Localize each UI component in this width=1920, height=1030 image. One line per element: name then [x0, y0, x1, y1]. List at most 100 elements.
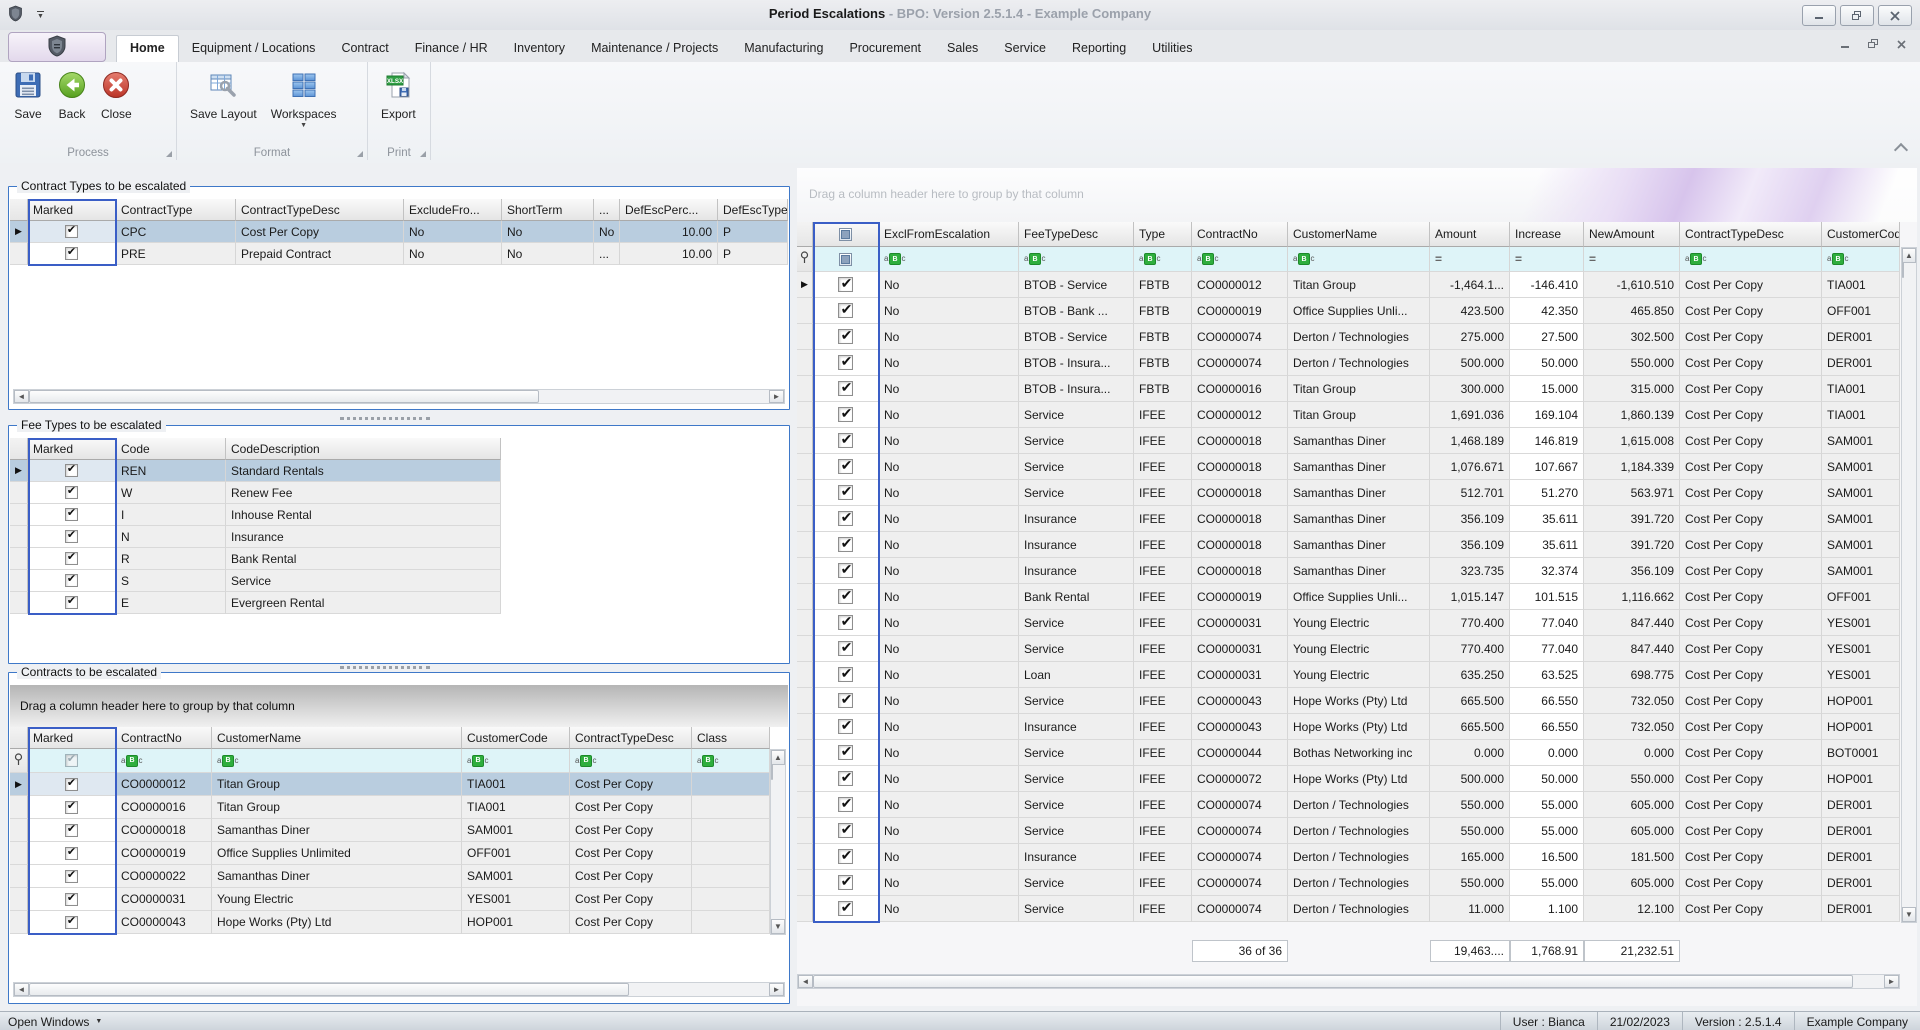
select-all-checkbox[interactable]: [839, 252, 852, 266]
save-layout-button[interactable]: Save Layout: [183, 67, 264, 132]
marked-cell[interactable]: ✔: [813, 636, 879, 662]
table-row[interactable]: ✔ No Service IFEE CO0000018 Samanthas Diner 51…: [797, 480, 1900, 506]
checkbox[interactable]: ✔: [838, 744, 853, 760]
tab-contract[interactable]: Contract: [328, 36, 401, 62]
marked-cell[interactable]: ✔: [28, 796, 116, 819]
table-row[interactable]: ✔ E Evergreen Rental: [10, 592, 501, 614]
tab-finance-hr[interactable]: Finance / HR: [402, 36, 501, 62]
table-row[interactable]: ✔ No Insurance IFEE CO0000074 Derton / Techno…: [797, 844, 1900, 870]
filter-cell[interactable]: aBc: [212, 749, 462, 773]
checkbox[interactable]: ✔: [65, 225, 78, 238]
checkbox[interactable]: ✔: [838, 822, 853, 838]
scroll-down-icon[interactable]: ▼: [771, 919, 785, 934]
checkbox[interactable]: ✔: [838, 484, 853, 500]
marked-cell[interactable]: ✔: [28, 526, 116, 548]
table-row[interactable]: ✔ No BTOB - Insura... FBTB CO0000016 Titan Gr…: [797, 376, 1900, 402]
table-row[interactable]: ✔ No Service IFEE CO0000031 Young Electric 770…: [797, 636, 1900, 662]
save-button[interactable]: Save: [6, 67, 50, 124]
restore-button[interactable]: [1840, 5, 1874, 26]
table-row[interactable]: ✔ No Service IFEE CO0000012 Titan Group 1,691.…: [797, 402, 1900, 428]
column-header-defescperc[interactable]: DefEscPerc...: [620, 199, 718, 221]
checkbox[interactable]: ✔: [65, 846, 78, 860]
marked-cell[interactable]: ✔: [813, 662, 879, 688]
filter-cell[interactable]: aBc: [1822, 247, 1900, 272]
checkbox[interactable]: ✔: [65, 530, 78, 543]
table-row[interactable]: ✔ No BTOB - Service FBTB CO0000074 Derton / T…: [797, 324, 1900, 350]
table-row[interactable]: ✔ No Insurance IFEE CO0000018 Samanthas Diner…: [797, 506, 1900, 532]
checkbox[interactable]: ✔: [65, 915, 78, 929]
mdi-close-icon[interactable]: [1897, 38, 1906, 52]
table-row[interactable]: ✔ No Insurance IFEE CO0000018 Samanthas Diner…: [797, 558, 1900, 584]
scroll-left-icon[interactable]: ◄: [798, 975, 813, 988]
checkbox[interactable]: ✔: [65, 464, 78, 477]
select-all-checkbox[interactable]: [839, 227, 852, 241]
table-row[interactable]: ✔ I Inhouse Rental: [10, 504, 501, 526]
table-row[interactable]: ✔ No Service IFEE CO0000074 Derton / Technolo…: [797, 896, 1900, 922]
filter-cell[interactable]: aBc: [692, 749, 770, 773]
table-row[interactable]: ▶ ✔ No BTOB - Service FBTB CO0000012 Titan Gro…: [797, 272, 1900, 298]
filter-cell[interactable]: aBc: [1288, 247, 1430, 272]
table-row[interactable]: ✔ CO0000018 Samanthas Diner SAM001 Cost Per …: [10, 819, 770, 842]
checkbox[interactable]: ✔: [65, 596, 78, 609]
marked-cell[interactable]: ✔: [813, 870, 879, 896]
column-header-col[interactable]: ...: [594, 199, 620, 221]
tab-inventory[interactable]: Inventory: [501, 36, 578, 62]
table-row[interactable]: ✔ No Service IFEE CO0000031 Young Electric 770…: [797, 610, 1900, 636]
filter-cell[interactable]: aBc: [116, 749, 212, 773]
table-row[interactable]: ✔ CO0000043 Hope Works (Pty) Ltd HOP001 Cost…: [10, 911, 770, 934]
column-header-exclfromescalation[interactable]: ExclFromEscalation: [879, 222, 1019, 247]
close-window-button[interactable]: Close: [94, 67, 139, 124]
back-button[interactable]: Back: [50, 67, 94, 124]
filter-cell[interactable]: [813, 247, 879, 272]
checkbox[interactable]: ✔: [838, 432, 853, 448]
marked-cell[interactable]: ✔: [813, 350, 879, 376]
column-header-type[interactable]: Type: [1134, 222, 1192, 247]
collapse-ribbon-icon[interactable]: [1893, 142, 1909, 158]
marked-cell[interactable]: ✔: [813, 844, 879, 870]
tab-procurement[interactable]: Procurement: [836, 36, 934, 62]
table-row[interactable]: ✔ No Service IFEE CO0000074 Derton / Technolo…: [797, 792, 1900, 818]
column-header-shortterm[interactable]: ShortTerm: [502, 199, 594, 221]
scroll-right-icon[interactable]: ►: [1884, 975, 1899, 988]
scrollbar-thumb[interactable]: [1902, 262, 1904, 278]
marked-cell[interactable]: ✔: [813, 740, 879, 766]
checkbox[interactable]: ✔: [838, 302, 853, 318]
marked-cell[interactable]: ✔: [813, 610, 879, 636]
minimize-button[interactable]: [1802, 5, 1836, 26]
checkbox[interactable]: ✔: [838, 380, 853, 396]
marked-cell[interactable]: ✔: [813, 324, 879, 350]
checkbox[interactable]: ✔: [838, 796, 853, 812]
checkbox[interactable]: ✔: [838, 588, 853, 604]
checkbox[interactable]: ✔: [838, 692, 853, 708]
tab-reporting[interactable]: Reporting: [1059, 36, 1139, 62]
column-header-newamount[interactable]: NewAmount: [1584, 222, 1680, 247]
checkbox[interactable]: ✔: [838, 614, 853, 630]
table-row[interactable]: ✔ No Service IFEE CO0000044 Bothas Networking…: [797, 740, 1900, 766]
column-header-customername[interactable]: CustomerName: [212, 727, 462, 749]
marked-cell[interactable]: ✔: [813, 818, 879, 844]
marked-cell[interactable]: ✔: [813, 766, 879, 792]
column-header-contractno[interactable]: ContractNo: [116, 727, 212, 749]
scroll-left-icon[interactable]: ◄: [14, 390, 29, 403]
marked-cell[interactable]: ✔: [28, 548, 116, 570]
marked-cell[interactable]: ✔: [28, 482, 116, 504]
checkbox[interactable]: ✔: [65, 508, 78, 521]
column-header-customercode[interactable]: CustomerCode: [1822, 222, 1900, 247]
workspaces-button[interactable]: Workspaces ▼: [264, 67, 344, 132]
checkbox[interactable]: ✔: [65, 777, 78, 791]
checkbox[interactable]: ✔: [65, 247, 78, 260]
column-header-class[interactable]: Class: [692, 727, 770, 749]
table-row[interactable]: ✔ PRE Prepaid Contract No No... 10.00 P: [10, 243, 788, 265]
checkbox[interactable]: ✔: [838, 562, 853, 578]
table-row[interactable]: ✔ No Insurance IFEE CO0000043 Hope Works (Pty…: [797, 714, 1900, 740]
export-button[interactable]: XLSX Export: [374, 67, 423, 124]
column-header-codedescription[interactable]: CodeDescription: [226, 438, 501, 460]
marked-cell[interactable]: ✔: [28, 819, 116, 842]
checkbox[interactable]: ✔: [838, 276, 853, 292]
table-row[interactable]: ✔ No Service IFEE CO0000072 Hope Works (Pty) …: [797, 766, 1900, 792]
dialog-launcher-icon[interactable]: [166, 151, 172, 157]
filter-cell[interactable]: aBc: [462, 749, 570, 773]
filter-cell[interactable]: =: [1430, 247, 1510, 272]
tab-equipment-locations[interactable]: Equipment / Locations: [179, 36, 329, 62]
filter-cell[interactable]: aBc: [1680, 247, 1822, 272]
